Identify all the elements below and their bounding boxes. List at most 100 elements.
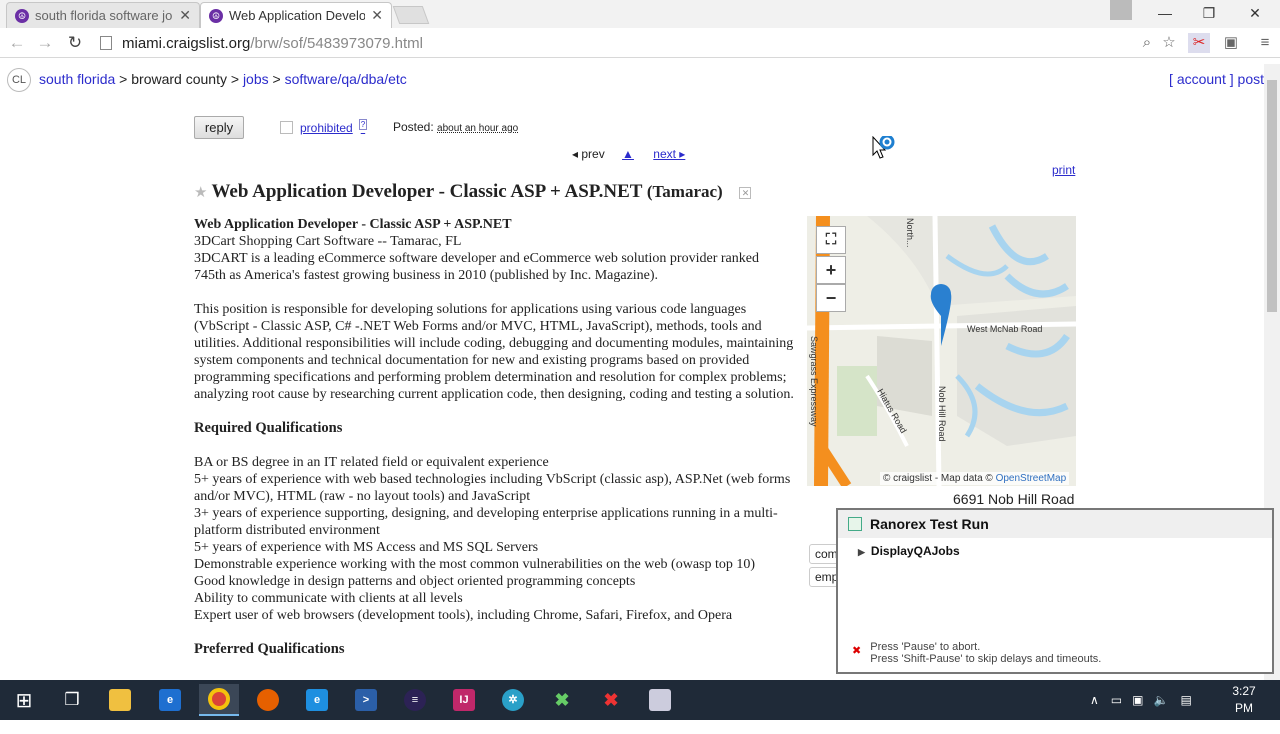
title-text: Web Application Developer - Classic ASP … [211, 181, 643, 202]
peace-icon: ☮ [209, 8, 223, 23]
ranorex-recorder-icon[interactable]: ✖ [591, 684, 631, 716]
start-button-windows-icon[interactable]: ⊞ [4, 684, 44, 716]
firefox-icon[interactable] [248, 684, 288, 716]
breadcrumb-subcategory[interactable]: software/qa/dba/etc [285, 71, 407, 87]
task-view-icon[interactable]: ❒ [52, 684, 92, 716]
forward-icon[interactable]: → [34, 32, 56, 54]
list-item: Ability to communicate with clients at a… [194, 591, 463, 606]
ranorex-icon [848, 517, 862, 531]
close-tab-icon[interactable]: ✕ [371, 7, 383, 24]
craigslist-logo[interactable]: CL [7, 68, 31, 92]
menu-icon[interactable]: ≡ [1254, 33, 1276, 53]
map-fullscreen-button[interactable]: ⛶ [816, 226, 846, 254]
notifications-icon[interactable]: ▤ [1180, 693, 1191, 707]
help-icon[interactable]: ? [358, 119, 368, 130]
reply-button[interactable]: reply [194, 116, 244, 139]
list-item: 5+ years of experience with web based te… [194, 472, 791, 504]
user-profile-icon[interactable] [1100, 0, 1142, 26]
map-label-north: North... [905, 218, 915, 248]
busy-cursor-icon [872, 134, 898, 165]
map-zoom-in-button[interactable]: + [816, 256, 846, 284]
close-tab-icon[interactable]: ✕ [179, 7, 191, 24]
test-runner-icon[interactable] [640, 684, 680, 716]
zoom-icon[interactable]: ⌕ [1136, 33, 1158, 53]
scrollbar-thumb[interactable] [1267, 80, 1277, 312]
eclipse-icon[interactable]: ≡ [395, 684, 435, 716]
abort-icon: ✖ [852, 645, 862, 657]
intellij-icon[interactable]: IJ [444, 684, 484, 716]
back-icon[interactable]: ← [6, 32, 28, 54]
battery-icon[interactable]: ▭ [1111, 693, 1122, 707]
hide-posting-icon[interactable]: ✕ [739, 186, 752, 199]
url-host: miami.craigslist.org [122, 34, 251, 52]
minimize-icon[interactable]: — [1142, 0, 1188, 26]
favorite-star-icon[interactable]: ★ [194, 183, 207, 201]
restore-icon[interactable]: ❐ [1186, 0, 1232, 26]
hint-line-1: Press 'Pause' to abort. [870, 641, 981, 653]
volume-icon[interactable]: 🔈 [1153, 693, 1168, 707]
tab-south-florida-jobs[interactable]: ☮ south florida software jobs ✕ [6, 2, 200, 28]
test-item-label: DisplayQAJobs [870, 544, 960, 558]
ranorex-test-item[interactable]: ▶ DisplayQAJobs [858, 544, 960, 558]
network-icon[interactable]: ▣ [1132, 693, 1143, 707]
extension-2-icon[interactable]: ▣ [1220, 33, 1242, 53]
chrome-icon[interactable] [199, 684, 239, 716]
extension-icon[interactable]: ✂ [1188, 33, 1210, 53]
expand-triangle-icon[interactable]: ▶ [858, 547, 865, 557]
bookmark-star-icon[interactable]: ☆ [1158, 33, 1180, 53]
ranorex-spy-icon[interactable]: ✖ [542, 684, 582, 716]
clock-time: 3:27 PM [1232, 684, 1256, 715]
openstreetmap-link[interactable]: OpenStreetMap [996, 473, 1067, 484]
powershell-icon[interactable]: > [346, 684, 386, 716]
account-links: [ account ] post [1169, 71, 1264, 87]
map-zoom-out-button[interactable]: − [816, 284, 846, 312]
bracket: [ [1169, 71, 1173, 87]
posting-address: 6691 Nob Hill Road [953, 491, 1075, 507]
edge-icon[interactable]: e [150, 684, 190, 716]
tab-web-application-developer[interactable]: ☮ Web Application Develope ✕ [200, 2, 392, 28]
posted-info: Posted: about an hour ago [393, 120, 518, 134]
page-icon [100, 36, 112, 50]
breadcrumb-region[interactable]: south florida [39, 71, 115, 87]
posted-label: Posted: [393, 120, 434, 134]
page-header: CL south florida > broward county > jobs… [0, 64, 1264, 94]
posted-time: about an hour ago [437, 123, 519, 134]
location-map[interactable]: Sawgrass Expressway West McNab Road Nob … [807, 216, 1076, 486]
new-tab-button[interactable] [392, 6, 430, 24]
ranorex-studio-icon[interactable]: ✲ [493, 684, 533, 716]
breadcrumb-separator: > [230, 71, 240, 87]
map-label-sawgrass: Sawgrass Expressway [809, 336, 819, 427]
tray-expand-icon[interactable]: ∧ [1090, 693, 1099, 707]
body-intro: 3DCART is a leading eCommerce software d… [194, 251, 759, 283]
body-company: 3DCart Shopping Cart Software -- Tamarac… [194, 234, 462, 249]
tab-title: south florida software jobs [35, 8, 174, 23]
list-item: BA or BS degree in an IT related field o… [194, 455, 549, 470]
file-explorer-icon[interactable] [100, 684, 140, 716]
body-heading: Web Application Developer - Classic ASP … [194, 217, 512, 232]
prev-link[interactable]: ◂ prev [572, 147, 605, 161]
prohibited-checkbox[interactable] [280, 121, 293, 134]
print-link[interactable]: print [1052, 163, 1075, 177]
posting-title: ★ Web Application Developer - Classic ASP… [194, 181, 752, 203]
peace-icon: ☮ [15, 8, 29, 23]
internet-explorer-icon[interactable]: e [297, 684, 337, 716]
url-path: /brw/sof/5483973079.html [250, 34, 423, 52]
window-close-icon[interactable]: ✕ [1232, 0, 1278, 26]
browser-toolbar: ← → ↻ miami.craigslist.org /brw/sof/5483… [0, 28, 1280, 58]
pager: ◂ prev ▲ next ▸ [572, 147, 685, 161]
address-bar[interactable]: miami.craigslist.org /brw/sof/5483973079… [96, 31, 1180, 55]
windows-taskbar: ⊞ ❒ e e > ≡ IJ ✲ ✖ ✖ ∧ ▭ ▣ 🔈 ▤ 3:27 PM 3… [0, 680, 1280, 732]
breadcrumb-jobs[interactable]: jobs [243, 71, 269, 87]
account-link[interactable]: account [1177, 71, 1226, 87]
prohibited-link[interactable]: prohibited? [300, 119, 368, 135]
required-list: BA or BS degree in an IT related field o… [194, 454, 794, 624]
next-link[interactable]: next ▸ [653, 147, 685, 161]
body-description: This position is responsible for develop… [194, 302, 794, 402]
map-attribution-text: © craigslist - Map data © [883, 473, 993, 484]
prohibited-label: prohibited [300, 121, 353, 135]
post-link[interactable]: post [1238, 71, 1264, 87]
up-link[interactable]: ▲ [622, 147, 634, 161]
taskbar-clock[interactable]: 3:27 PM 3/9/2016 [1222, 683, 1269, 734]
preferred-heading: Preferred Qualifications [194, 641, 345, 657]
reload-icon[interactable]: ↻ [64, 32, 86, 54]
